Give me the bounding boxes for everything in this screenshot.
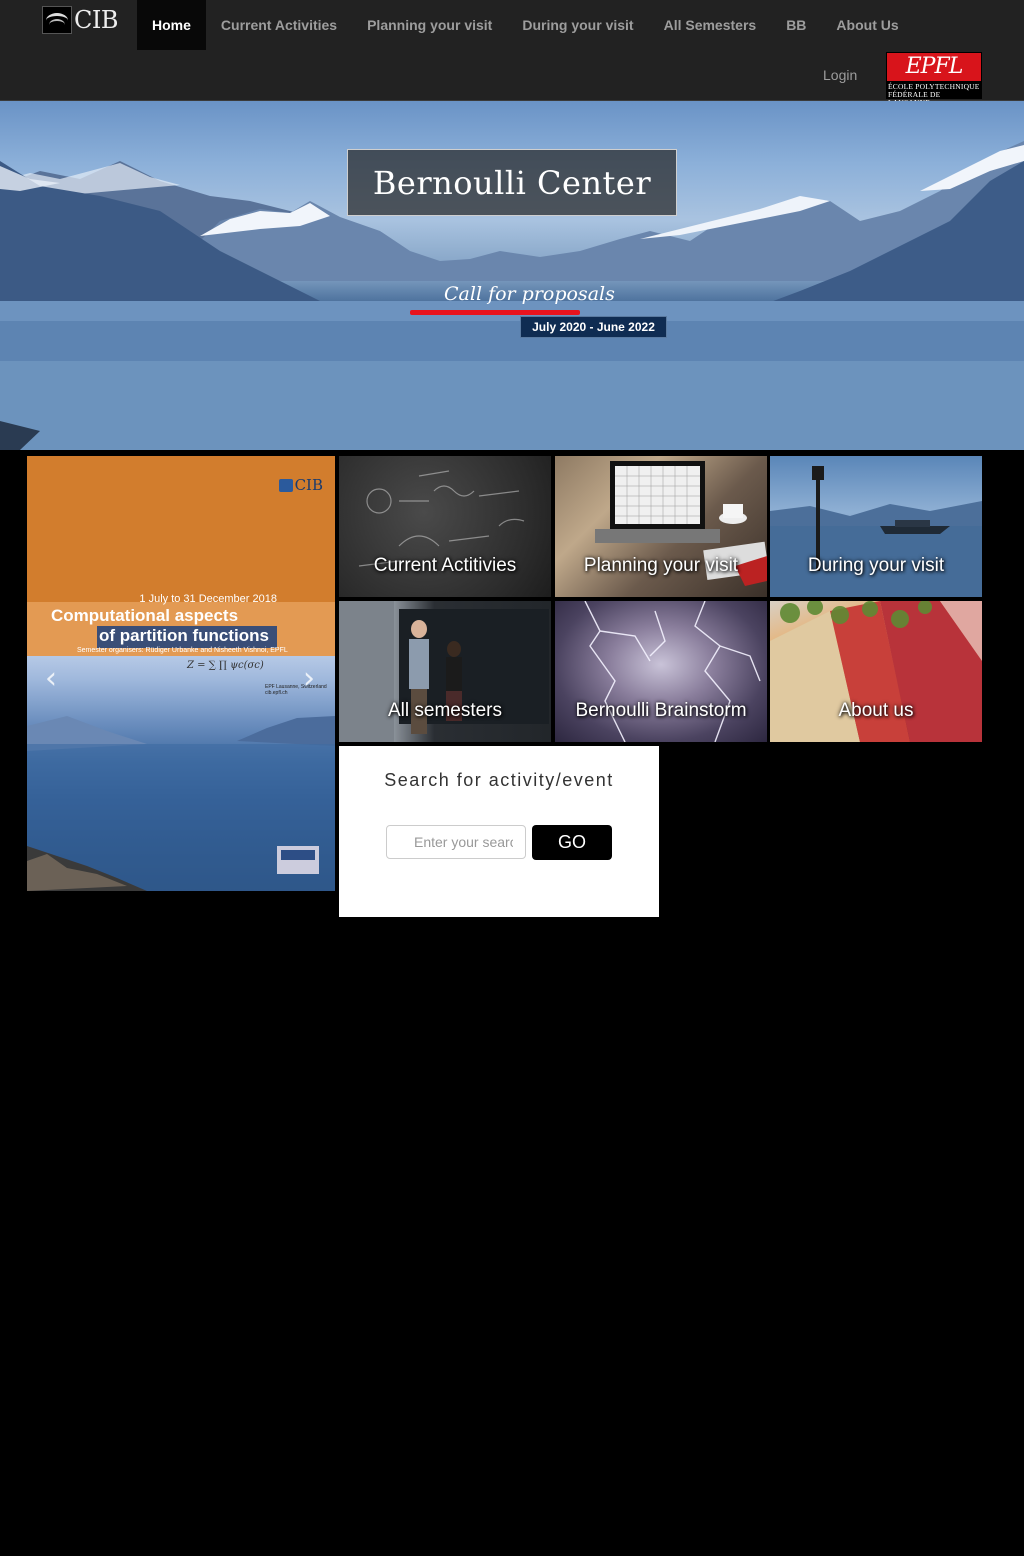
nav-all-semesters[interactable]: All Semesters (649, 0, 772, 50)
navbar: CIB Home Current Activities Planning you… (0, 0, 1024, 107)
login-link[interactable]: Login (808, 50, 872, 100)
cib-emblem-icon (42, 6, 72, 34)
semester-carousel[interactable]: CIB 1 July to 31 December 2018 Computati… (27, 456, 335, 891)
nav-during-your-visit[interactable]: During your visit (507, 0, 648, 50)
tile-planning-your-visit[interactable]: Planning your visit (555, 456, 767, 597)
slide-organisers: Semester organisers: Rüdiger Urbanke and… (77, 647, 288, 654)
cib-logo[interactable]: CIB (42, 5, 118, 35)
tile-label: Planning your visit (583, 555, 739, 576)
epfl-logo[interactable]: EPFL ÉCOLE POLYTECHNIQUE FÉDÉRALE DE LAU… (886, 52, 982, 107)
tile-during-your-visit[interactable]: During your visit (770, 456, 982, 597)
search-title: Search for activity/event (384, 770, 614, 790)
slide-cib-text: CIB (294, 476, 323, 494)
slide-title-line1: Computational aspects (51, 606, 239, 625)
hero-banner: Bernoulli Center Call for proposals July… (0, 101, 1024, 450)
nav-bb[interactable]: BB (771, 0, 821, 50)
tile-current-activities[interactable]: Current Actitivies (339, 456, 551, 597)
call-for-proposals-link[interactable]: Call for proposals (444, 283, 615, 305)
tile-label: All semesters (387, 700, 503, 721)
main-nav: Home Current Activities Planning your vi… (137, 0, 914, 50)
slide-partner-logos (277, 846, 319, 874)
chevron-right-icon[interactable]: › (297, 661, 321, 697)
epfl-logo-word: EPFL (905, 54, 964, 79)
slide-formula: Z = ∑ ∏ ψc(σc) (187, 660, 264, 671)
epfl-logo-mark: EPFL (887, 53, 981, 81)
slide-cib-logo: CIB (278, 476, 323, 494)
nav-home[interactable]: Home (137, 0, 206, 50)
search-panel: Search for activity/event GO (339, 746, 659, 917)
call-underline (410, 310, 580, 315)
chevron-left-icon[interactable]: ‹ (39, 661, 63, 697)
nav-about-us[interactable]: About Us (821, 0, 913, 50)
search-go-button[interactable]: GO (532, 825, 612, 860)
search-input[interactable] (386, 825, 526, 859)
tile-bernoulli-brainstorm[interactable]: Bernoulli Brainstorm (555, 601, 767, 742)
tile-label: Bernoulli Brainstorm (575, 700, 747, 721)
tile-label: During your visit (807, 555, 945, 576)
tile-all-semesters[interactable]: All semesters (339, 601, 551, 742)
nav-planning-your-visit[interactable]: Planning your visit (352, 0, 507, 50)
tile-label: Current Actitivies (373, 555, 517, 576)
call-dates-badge: July 2020 - June 2022 (520, 316, 667, 338)
brand-text: CIB (74, 6, 118, 34)
slide-poster-top: CIB 1 July to 31 December 2018 Computati… (27, 456, 335, 656)
cib-emblem-icon (278, 478, 293, 492)
tile-about-us[interactable]: About us (770, 601, 982, 742)
slide-dates: 1 July to 31 December 2018 (139, 593, 277, 605)
slide-title-line2: of partition functions (97, 626, 277, 648)
nav-current-activities[interactable]: Current Activities (206, 0, 352, 50)
tile-label: About us (838, 700, 914, 721)
hero-title: Bernoulli Center (347, 149, 677, 216)
